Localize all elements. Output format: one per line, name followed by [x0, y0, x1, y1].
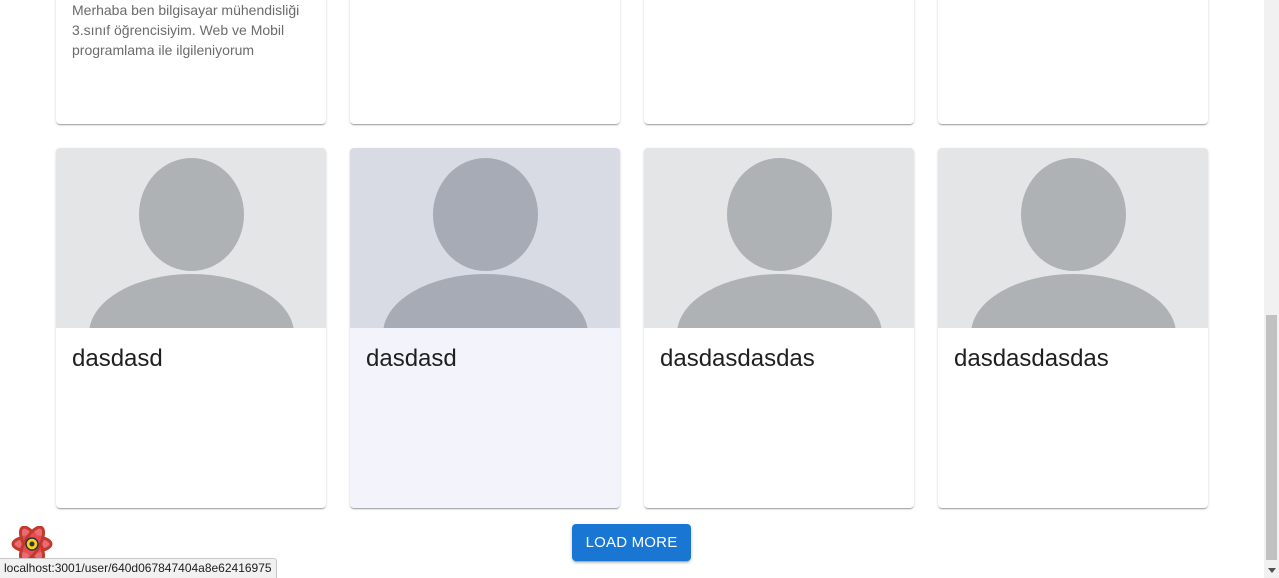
- user-card[interactable]: Merhaba ben bilgisayar mühendisliği 3.sı…: [56, 0, 326, 124]
- avatar-head: [1021, 158, 1126, 271]
- avatar-body: [677, 274, 882, 328]
- user-card[interactable]: dasdasd: [350, 148, 620, 508]
- user-card-bio: Merhaba ben bilgisayar mühendisliği 3.sı…: [72, 2, 300, 58]
- react-devtools-icon[interactable]: [11, 526, 53, 562]
- page-viewport: Merhaba ben bilgisayar mühendisliği 3.sı…: [0, 0, 1264, 578]
- vertical-scrollbar[interactable]: [1264, 0, 1279, 578]
- avatar-body: [89, 274, 294, 328]
- user-card[interactable]: dasdasdasdas: [938, 148, 1208, 508]
- user-card[interactable]: dasdasdasdas: [644, 148, 914, 508]
- user-card[interactable]: [644, 0, 914, 124]
- avatar-head: [139, 158, 244, 271]
- user-card-name: dasdasdasdas: [660, 345, 815, 372]
- user-card[interactable]: [938, 0, 1208, 124]
- person-silhouette-icon: [350, 148, 620, 328]
- avatar-body: [383, 274, 588, 328]
- avatar-head: [433, 158, 538, 271]
- person-silhouette-icon: [644, 148, 914, 328]
- user-card[interactable]: dasdasd: [56, 148, 326, 508]
- person-silhouette-icon: [56, 148, 326, 328]
- scrollbar-thumb[interactable]: [1266, 315, 1277, 560]
- scroll-down-arrow-icon[interactable]: [1264, 563, 1279, 578]
- load-more-button[interactable]: LOAD MORE: [572, 524, 691, 561]
- avatar-head: [727, 158, 832, 271]
- user-card-name: dasdasdasdas: [954, 345, 1109, 372]
- person-silhouette-icon: [938, 148, 1208, 328]
- link-status-bar: localhost:3001/user/640d067847404a8e6241…: [0, 558, 277, 578]
- user-card-name: dasdasd: [366, 345, 457, 372]
- avatar-body: [971, 274, 1176, 328]
- user-card-name: dasdasd: [72, 345, 163, 372]
- user-card[interactable]: [350, 0, 620, 124]
